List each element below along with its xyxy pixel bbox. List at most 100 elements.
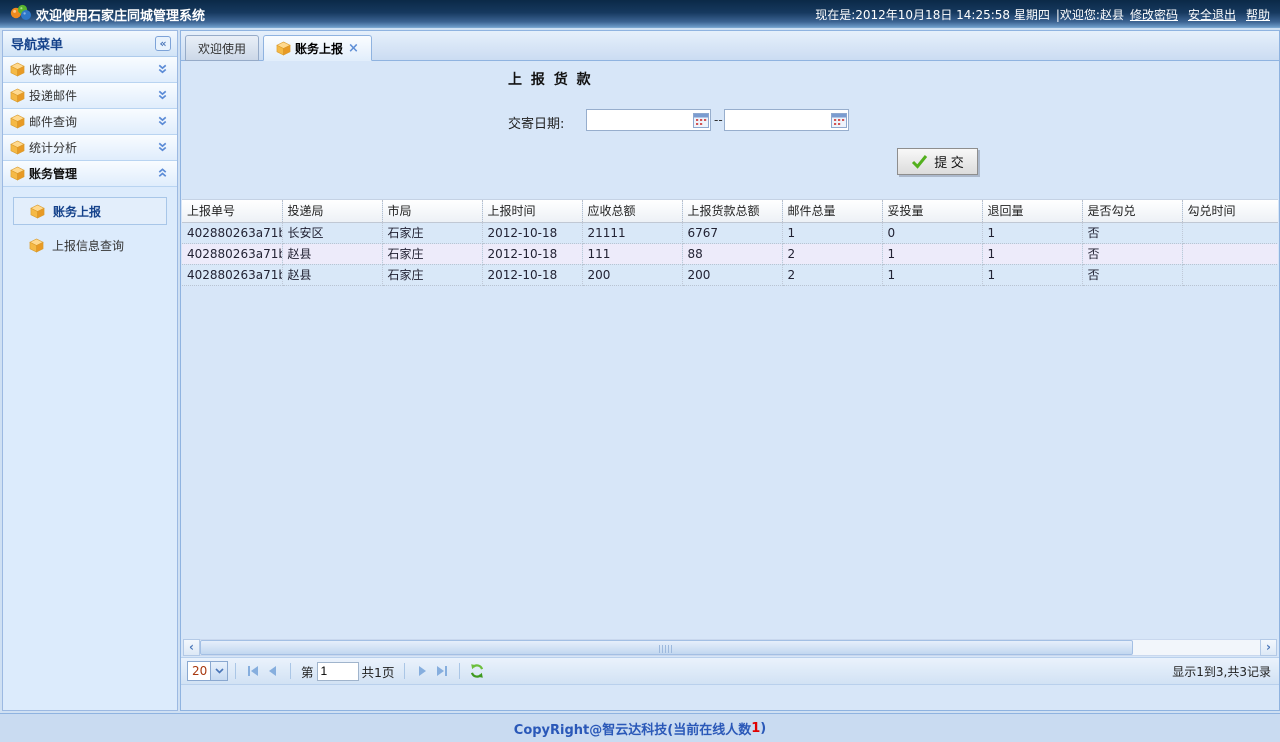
- sidebar-subitem-label: 上报信息查询: [52, 237, 124, 254]
- grid-header-row: 上报单号投递局市局上报时间应收总额上报货款总额邮件总量妥投量退回量是否勾兑勾兑时…: [182, 200, 1278, 222]
- date-to-input[interactable]: [725, 111, 831, 129]
- table-cell: 否: [1082, 264, 1182, 285]
- table-row[interactable]: 402880263a71b1赵县石家庄2012-10-1811188211否: [182, 243, 1278, 264]
- sidebar-item-label: 投递邮件: [29, 87, 156, 104]
- table-cell: 402880263a71b1: [182, 243, 282, 264]
- package-icon: [30, 204, 45, 219]
- app-title: 欢迎使用石家庄同城管理系统: [36, 5, 205, 24]
- divider: [459, 663, 460, 679]
- table-cell: 0: [882, 222, 982, 243]
- column-header[interactable]: 是否勾兑: [1082, 200, 1182, 222]
- divider: [235, 663, 236, 679]
- table-row[interactable]: 402880263a71b1赵县石家庄2012-10-18200200211否: [182, 264, 1278, 285]
- balloons-logo-icon: [10, 4, 32, 24]
- table-cell: 否: [1082, 222, 1182, 243]
- calendar-icon[interactable]: [831, 113, 847, 128]
- first-page-button[interactable]: [243, 661, 263, 681]
- chevron-double-down-icon: [156, 89, 169, 102]
- next-page-button[interactable]: [412, 661, 432, 681]
- footer-bar: CopyRight@智云达科技(当前在线人数 1 ): [0, 713, 1280, 742]
- table-cell: 402880263a71b1: [182, 222, 282, 243]
- package-icon: [10, 166, 25, 181]
- table-cell: 6767: [682, 222, 782, 243]
- table-cell: [1182, 243, 1278, 264]
- collapse-sidebar-icon[interactable]: «: [155, 36, 171, 51]
- scroll-left-icon[interactable]: ‹: [183, 639, 200, 656]
- table-cell: 石家庄: [382, 243, 482, 264]
- tab[interactable]: 欢迎使用: [185, 35, 259, 61]
- table-cell: 1: [982, 264, 1082, 285]
- table-cell: 赵县: [282, 264, 382, 285]
- prev-page-button[interactable]: [263, 661, 283, 681]
- sidebar-subitem[interactable]: 上报信息查询: [13, 231, 167, 259]
- table-cell: 石家庄: [382, 264, 482, 285]
- sidebar-item[interactable]: 统计分析: [3, 135, 177, 161]
- submit-button[interactable]: 提 交: [897, 148, 978, 175]
- date-range-label: 交寄日期:: [508, 113, 564, 132]
- refresh-icon[interactable]: [467, 661, 487, 681]
- table-cell: 1: [982, 222, 1082, 243]
- table-cell: 1: [782, 222, 882, 243]
- tab[interactable]: 账务上报 ×: [263, 35, 372, 61]
- divider: [404, 663, 405, 679]
- table-cell: [1182, 222, 1278, 243]
- table-cell: 否: [1082, 243, 1182, 264]
- chevron-double-up-icon: [156, 167, 169, 180]
- sidebar-item[interactable]: 投递邮件: [3, 83, 177, 109]
- column-header[interactable]: 勾兑时间: [1182, 200, 1278, 222]
- close-icon[interactable]: ×: [348, 41, 359, 56]
- package-icon: [10, 88, 25, 103]
- data-grid: 上报单号投递局市局上报时间应收总额上报货款总额邮件总量妥投量退回量是否勾兑勾兑时…: [182, 199, 1278, 286]
- top-link[interactable]: 帮助: [1246, 6, 1270, 23]
- column-header[interactable]: 上报货款总额: [682, 200, 782, 222]
- check-icon: [911, 154, 928, 169]
- top-right-info: 现在是:2012年10月18日 14:25:58 星期四 |欢迎您:赵县 修改密…: [815, 6, 1270, 23]
- table-cell: 1: [882, 264, 982, 285]
- column-header[interactable]: 退回量: [982, 200, 1082, 222]
- tab-bar: 欢迎使用 账务上报 ×: [181, 31, 1279, 61]
- scrollbar-track[interactable]: [200, 639, 1260, 656]
- package-icon: [10, 114, 25, 129]
- sidebar-header: 导航菜单 «: [3, 31, 177, 57]
- chevron-double-down-icon: [156, 63, 169, 76]
- table-cell: 200: [682, 264, 782, 285]
- table-cell: 赵县: [282, 243, 382, 264]
- sidebar: 导航菜单 « 收寄邮件投递邮件邮件查询统计分析账务管理账务上报上报信息查询: [2, 30, 178, 711]
- column-header[interactable]: 投递局: [282, 200, 382, 222]
- page-number-input[interactable]: [317, 662, 359, 681]
- sidebar-subitem[interactable]: 账务上报: [13, 197, 167, 225]
- page-count-label: 共1页: [362, 662, 395, 681]
- sidebar-item[interactable]: 收寄邮件: [3, 57, 177, 83]
- package-icon: [29, 238, 44, 253]
- submit-button-label: 提 交: [934, 152, 964, 171]
- table-cell: 2012-10-18: [482, 243, 582, 264]
- sidebar-subitem-label: 账务上报: [53, 203, 101, 220]
- chevron-down-icon[interactable]: [210, 662, 227, 680]
- column-header[interactable]: 邮件总量: [782, 200, 882, 222]
- table-cell: 2012-10-18: [482, 264, 582, 285]
- column-header[interactable]: 上报单号: [182, 200, 282, 222]
- column-header[interactable]: 上报时间: [482, 200, 582, 222]
- column-header[interactable]: 应收总额: [582, 200, 682, 222]
- scrollbar-thumb[interactable]: [200, 640, 1133, 655]
- top-link[interactable]: 安全退出: [1188, 6, 1236, 23]
- calendar-icon[interactable]: [693, 113, 709, 128]
- main-region: 导航菜单 « 收寄邮件投递邮件邮件查询统计分析账务管理账务上报上报信息查询 欢迎…: [0, 28, 1280, 713]
- table-row[interactable]: 402880263a71b1长安区石家庄2012-10-182111167671…: [182, 222, 1278, 243]
- sidebar-item[interactable]: 邮件查询: [3, 109, 177, 135]
- package-icon: [10, 62, 25, 77]
- horizontal-scrollbar[interactable]: ‹ ›: [183, 639, 1277, 656]
- last-page-button[interactable]: [432, 661, 452, 681]
- table-cell: 2012-10-18: [482, 222, 582, 243]
- column-header[interactable]: 妥投量: [882, 200, 982, 222]
- tab-label: 账务上报: [295, 40, 343, 57]
- form-title: 上 报 货 款: [508, 69, 593, 89]
- top-link[interactable]: 修改密码: [1130, 6, 1178, 23]
- sidebar-item[interactable]: 账务管理: [3, 161, 177, 187]
- table-cell: 长安区: [282, 222, 382, 243]
- page-size-select[interactable]: 20: [187, 661, 228, 681]
- column-header[interactable]: 市局: [382, 200, 482, 222]
- top-links: 修改密码安全退出帮助: [1130, 6, 1270, 23]
- date-from-input[interactable]: [587, 111, 693, 129]
- scroll-right-icon[interactable]: ›: [1260, 639, 1277, 656]
